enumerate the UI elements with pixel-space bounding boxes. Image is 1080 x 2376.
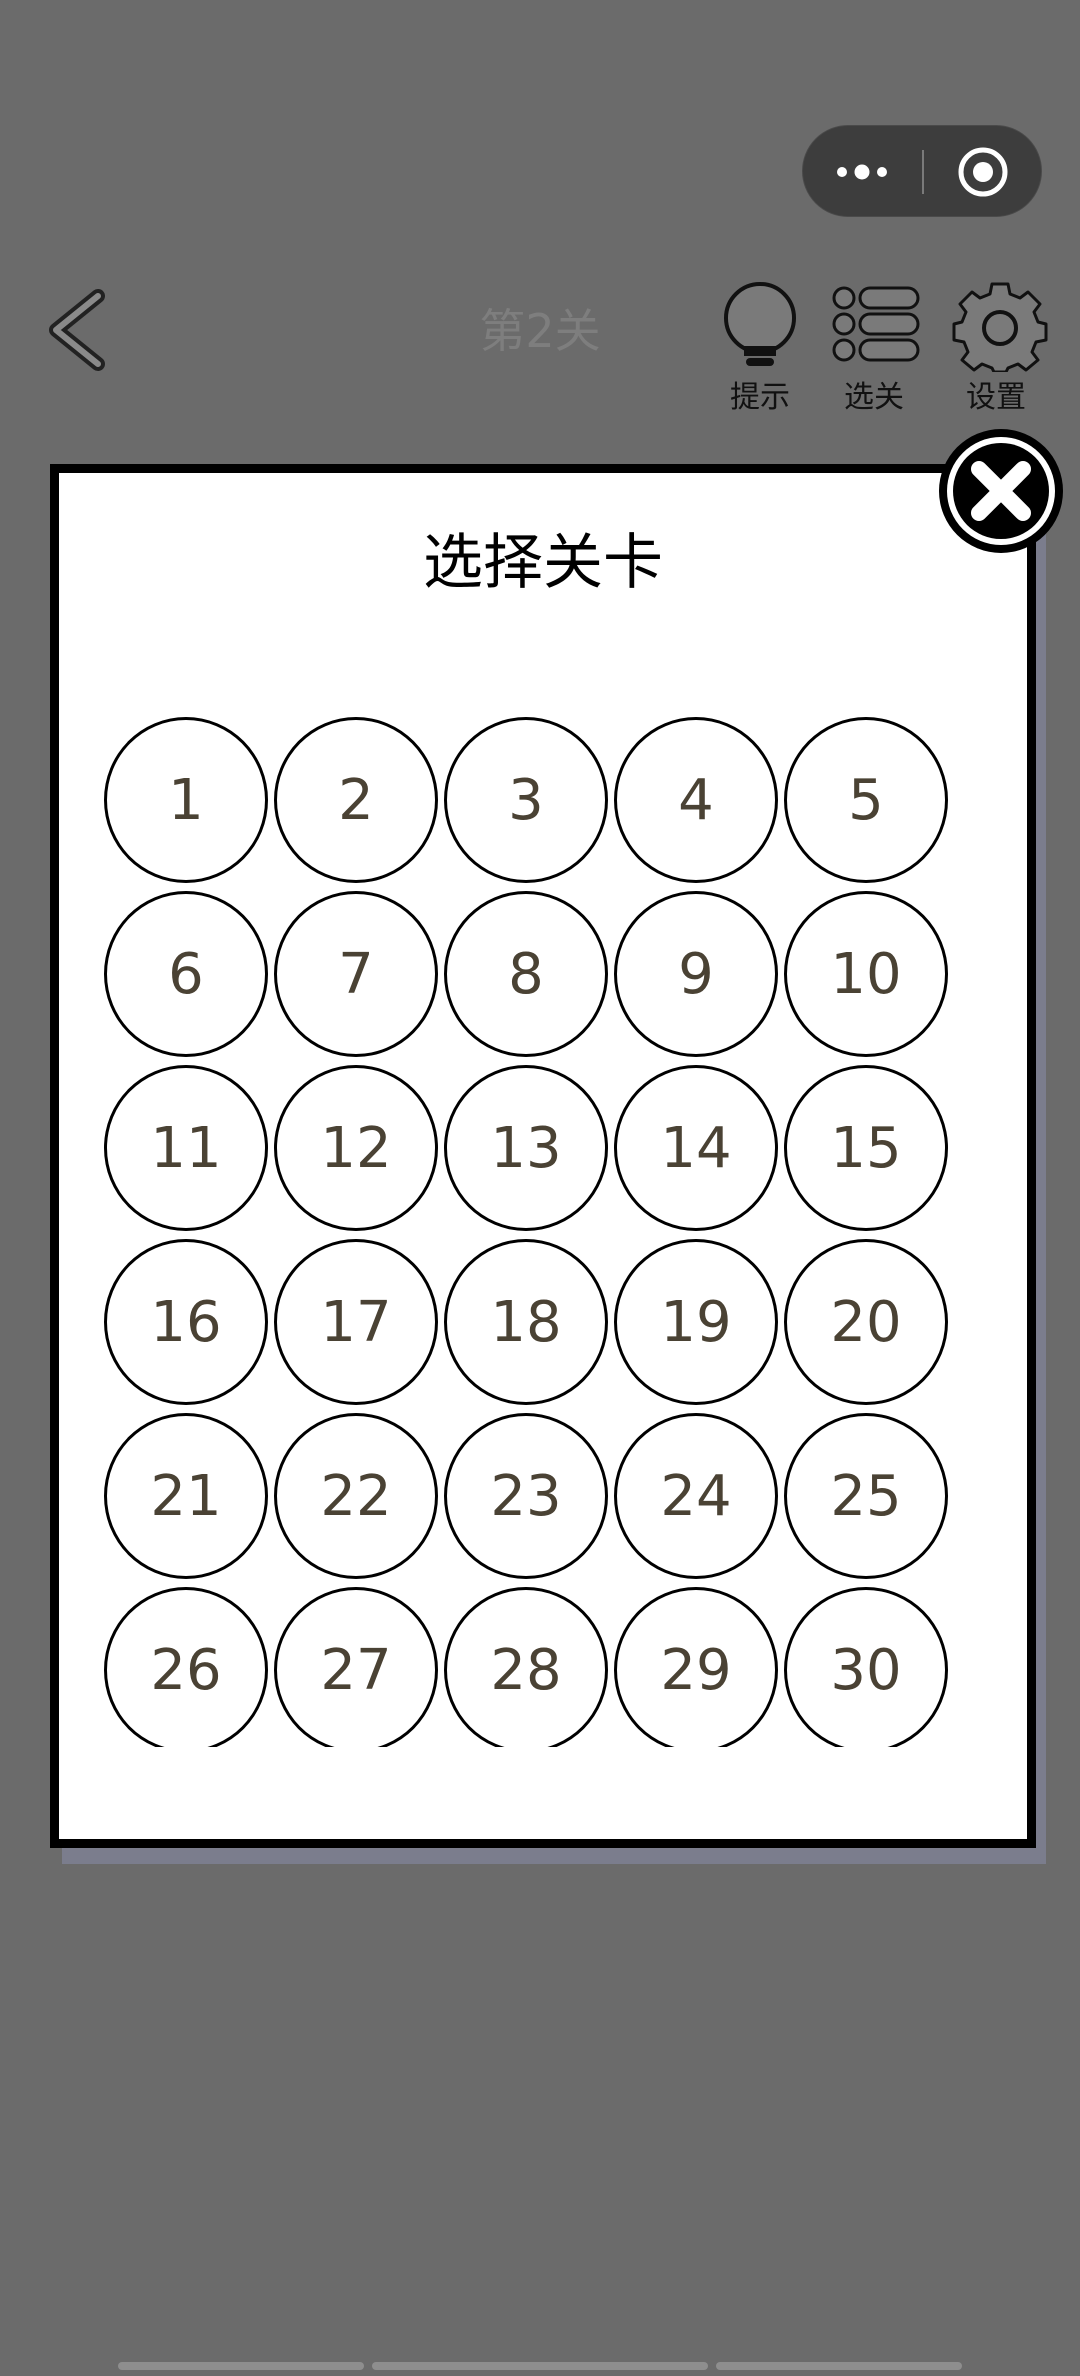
level-button[interactable]: 2 bbox=[274, 717, 438, 883]
close-button[interactable] bbox=[934, 424, 1068, 558]
level-button[interactable]: 23 bbox=[444, 1413, 608, 1579]
level-button[interactable]: 18 bbox=[444, 1239, 608, 1405]
level-button[interactable]: 4 bbox=[614, 717, 778, 883]
level-button[interactable]: 14 bbox=[614, 1065, 778, 1231]
level-button[interactable]: 30 bbox=[784, 1587, 948, 1747]
level-button[interactable]: 26 bbox=[104, 1587, 268, 1747]
level-button[interactable]: 25 bbox=[784, 1413, 948, 1579]
target-circle-icon bbox=[958, 147, 1008, 197]
level-button[interactable]: 5 bbox=[784, 717, 948, 883]
back-button[interactable] bbox=[40, 282, 120, 378]
level-button[interactable]: 22 bbox=[274, 1413, 438, 1579]
level-button[interactable]: 10 bbox=[784, 891, 948, 1057]
bottom-bar bbox=[716, 2362, 962, 2370]
gear-icon bbox=[952, 282, 1048, 372]
level-button[interactable]: 15 bbox=[784, 1065, 948, 1231]
close-x-icon bbox=[939, 429, 1063, 553]
settings-label: 设置 bbox=[966, 380, 1026, 415]
hint-label: 提示 bbox=[730, 380, 790, 415]
level-button[interactable]: 21 bbox=[104, 1413, 268, 1579]
level-button[interactable]: 12 bbox=[274, 1065, 438, 1231]
mini-program-capsule bbox=[802, 125, 1042, 217]
level-button[interactable]: 17 bbox=[274, 1239, 438, 1405]
lightbulb-icon bbox=[724, 282, 796, 366]
exit-mini-program-button[interactable] bbox=[924, 126, 1042, 218]
level-grid: 1 2 3 4 5 6 7 8 9 10 11 12 13 14 15 16 17 18 19 20 21 22 23 24 2… bbox=[104, 717, 984, 1747]
level-button[interactable]: 8 bbox=[444, 891, 608, 1057]
level-button[interactable]: 1 bbox=[104, 717, 268, 883]
level-grid-scroll[interactable]: 1 2 3 4 5 6 7 8 9 10 11 12 13 14 15 16 17 18 19 20 21 22 23 24 2… bbox=[59, 717, 1027, 1747]
level-button[interactable]: 29 bbox=[614, 1587, 778, 1747]
bottom-navigation-indicator bbox=[118, 2362, 962, 2370]
more-dots-icon bbox=[837, 164, 887, 180]
level-button[interactable]: 27 bbox=[274, 1587, 438, 1747]
hint-button[interactable]: 提示 bbox=[704, 280, 816, 420]
level-button[interactable]: 11 bbox=[104, 1065, 268, 1231]
level-button[interactable]: 16 bbox=[104, 1239, 268, 1405]
list-icon bbox=[832, 286, 920, 362]
modal-title: 选择关卡 bbox=[423, 528, 663, 598]
more-options-button[interactable] bbox=[803, 126, 921, 218]
chevron-left-icon bbox=[49, 289, 105, 371]
bottom-bar bbox=[118, 2362, 364, 2370]
settings-button[interactable]: 设置 bbox=[940, 280, 1052, 420]
level-button[interactable]: 13 bbox=[444, 1065, 608, 1231]
level-select-button[interactable]: 选关 bbox=[818, 280, 930, 420]
level-button[interactable]: 9 bbox=[614, 891, 778, 1057]
level-button[interactable]: 20 bbox=[784, 1239, 948, 1405]
level-button[interactable]: 3 bbox=[444, 717, 608, 883]
level-button[interactable]: 19 bbox=[614, 1239, 778, 1405]
level-button[interactable]: 7 bbox=[274, 891, 438, 1057]
level-title: 第2关 bbox=[479, 304, 601, 358]
level-select-modal: 选择关卡 1 2 3 4 5 6 7 8 9 10 11 12 13 14 15 16 17 18 19 20 21 22… bbox=[50, 464, 1036, 1848]
level-button[interactable]: 6 bbox=[104, 891, 268, 1057]
level-button[interactable]: 28 bbox=[444, 1587, 608, 1747]
level-button[interactable]: 24 bbox=[614, 1413, 778, 1579]
levels-label: 选关 bbox=[844, 380, 904, 415]
bottom-bar bbox=[372, 2362, 708, 2370]
